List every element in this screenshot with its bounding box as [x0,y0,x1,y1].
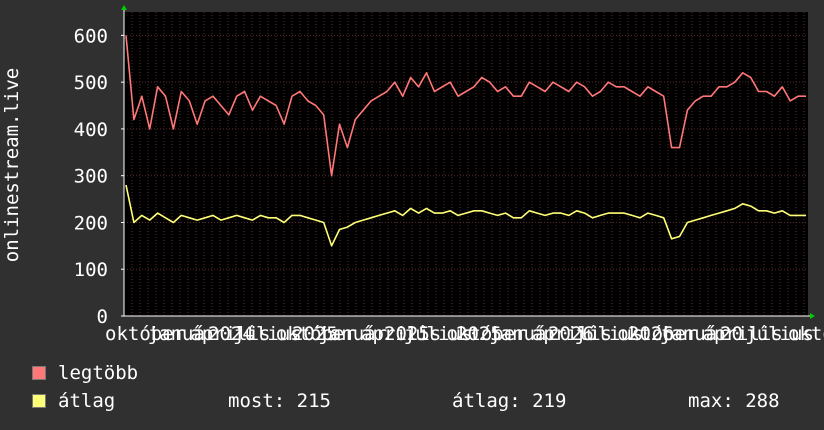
y-axis-arrow [121,5,127,10]
stat-atlag: átlag: 219 [452,390,567,412]
x-tick-label: 2026 [548,323,594,345]
stat-most: most: 215 [228,390,331,412]
legend-swatch-legtobb [32,366,46,380]
y-tick-labels: 0100200300400500600 [74,25,108,328]
x-tick-label: október [788,323,824,345]
y-tick-label: 600 [74,25,108,47]
plot-area [124,12,808,316]
legend-label-legtobb: legtöbb [58,362,139,384]
stat-max: max: 288 [688,390,780,412]
x-tick-labels: októberjanuáráprilisjúliusoktóberjanuárá… [105,323,824,345]
legend-swatch-atlag [32,394,46,408]
y-tick-label: 500 [74,72,108,94]
x-tick-label: 2026 [628,323,674,345]
y-axis-label-wrap: onlinestream.live [0,0,24,318]
y-tick-label: 200 [74,212,108,234]
x-tick-label: 2025 [292,323,338,345]
y-tick-label: 300 [74,166,108,188]
legend-item-legtobb: legtöbb [32,362,138,384]
x-tick-label: 2025 [456,323,502,345]
x-tick-label: 2024 [208,323,254,345]
x-tick-label: 20 [720,323,743,345]
y-tick-label: 400 [74,119,108,141]
x-axis-arrow [810,313,815,319]
legend-label-atlag: átlag [58,390,116,412]
y-tick-label: 100 [74,259,108,281]
y-axis-label: onlinestream.live [1,67,23,263]
legend-item-atlag: átlag [32,390,115,412]
x-tick-label: 2025 [384,323,430,345]
